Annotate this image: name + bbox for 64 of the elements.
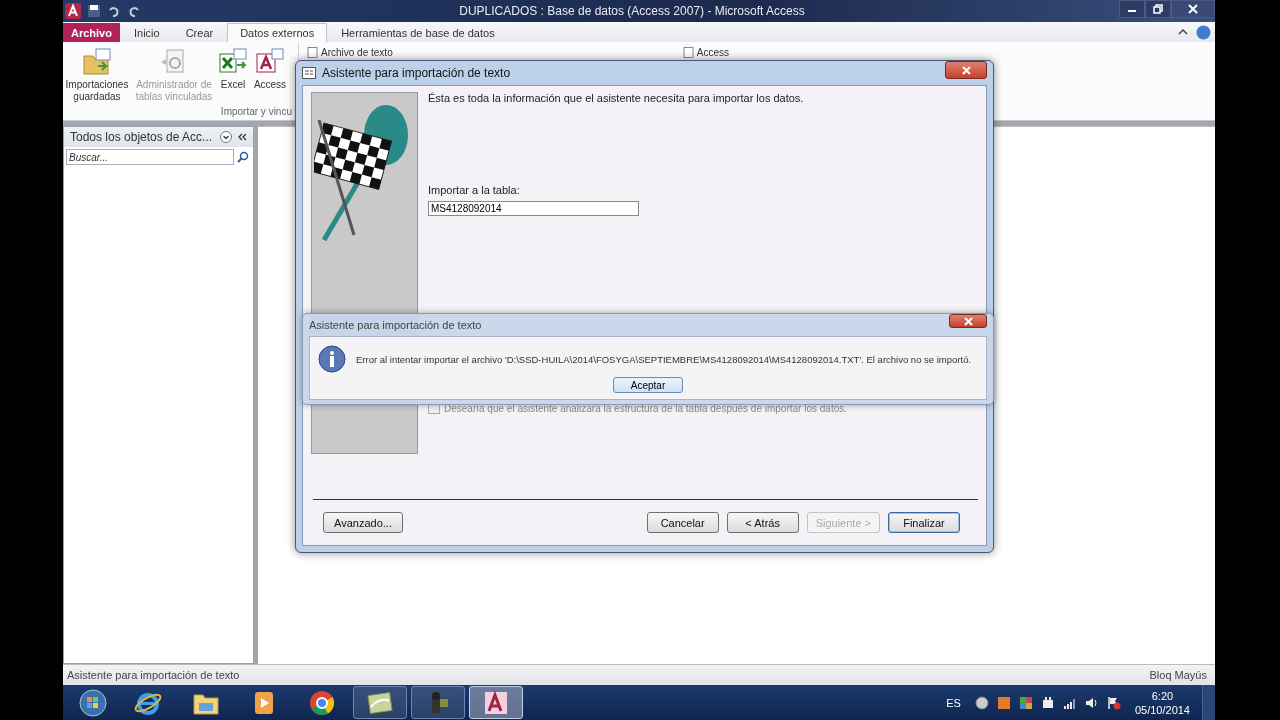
close-button[interactable] (945, 61, 987, 79)
collapse-icon[interactable] (1178, 28, 1188, 36)
tray-grid-icon[interactable] (1018, 695, 1033, 710)
document-icon (682, 47, 694, 58)
ok-button[interactable]: Aceptar (613, 377, 683, 393)
ribbon-button[interactable]: Excel (217, 48, 249, 106)
restore-icon (1153, 4, 1163, 14)
clock-time: 6:20 (1151, 688, 1174, 703)
table-name-label: Importar a la tabla: (428, 184, 520, 196)
redo-icon[interactable] (127, 4, 141, 18)
dialog-button[interactable]: Finalizar (888, 512, 960, 533)
ribbon-tab[interactable]: Inicio (121, 23, 172, 42)
undo-icon[interactable] (107, 4, 121, 18)
browser-icon (307, 688, 337, 717)
group-label: Importar y vincu (219, 106, 293, 119)
spreadsheet-icon (218, 48, 248, 76)
start-button (78, 688, 108, 717)
dropdown-icon[interactable] (220, 131, 232, 143)
database-icon (255, 48, 285, 76)
folder-icon (82, 48, 112, 76)
dialog-button[interactable]: < Atrás (726, 512, 799, 533)
minimize-button[interactable] (1119, 0, 1145, 18)
dialog-button[interactable]: Avanzado... (323, 512, 403, 533)
volume-icon[interactable] (1084, 695, 1099, 710)
ribbon-tab[interactable]: Archivo (63, 23, 120, 42)
clock[interactable]: 6:20 05/10/2014 (1134, 688, 1190, 717)
close-button[interactable] (1171, 0, 1215, 18)
ribbon-tab[interactable]: Crear (173, 23, 226, 42)
search-icon[interactable] (237, 151, 249, 163)
close-button[interactable] (949, 314, 987, 328)
close-icon (963, 316, 973, 326)
collapse-pane-icon[interactable] (237, 132, 247, 142)
info-icon (318, 345, 346, 373)
search-field[interactable]: Buscar... (66, 149, 234, 165)
ribbon-tab[interactable]: Herramientas de base de datos (329, 23, 507, 42)
power-plug-icon[interactable] (1040, 695, 1055, 710)
wizard-intro-text: Ésta es toda la información que el asistente necesita para importar los datos. (428, 92, 804, 104)
flag-icon[interactable] (1106, 695, 1121, 710)
ribbon-small-button[interactable]: Archivo de texto (307, 47, 393, 58)
tray-app-icon[interactable] (996, 695, 1011, 710)
close-icon (1188, 4, 1198, 14)
error-message: Error al intentar importar el archivo 'D:\SSD-HUILA\2014\FOSYGA\SEPTIEMBRE\MS4128092014\MS4128092014.TXT'. El archivo no se importó. (356, 353, 972, 365)
status-text: Asistente para importación de texto (67, 669, 240, 681)
ribbon-button[interactable]: Importaciones guardadas (63, 48, 131, 106)
dialog-button[interactable]: Cancelar (646, 512, 719, 533)
taskbar-button[interactable] (353, 686, 407, 719)
window-title: DUPLICADOS : Base de datos (Access 2007) - Microsoft Access (458, 4, 806, 18)
caps-lock-indicator: Bloq Mayús (1149, 669, 1207, 681)
table-name-field[interactable]: MS4128092014 (428, 201, 639, 216)
ribbon-tab[interactable]: Datos externos (227, 23, 328, 42)
dialog-title: Asistente para importación de texto (309, 319, 482, 331)
tray-circle-icon[interactable] (974, 695, 989, 710)
wizard-icon (302, 67, 316, 79)
save-icon[interactable] (87, 4, 101, 18)
app-icon (65, 3, 81, 19)
ribbon-button[interactable]: Access (251, 48, 289, 106)
document-icon (307, 47, 318, 58)
ribbon-small-button[interactable]: Access (682, 47, 729, 58)
help-icon[interactable] (1196, 24, 1211, 40)
language-indicator[interactable]: ES (946, 696, 961, 709)
close-icon (961, 65, 971, 75)
clock-date: 05/10/2014 (1134, 702, 1190, 717)
dialog-title: Asistente para importación de texto (322, 66, 511, 80)
restore-button[interactable] (1145, 0, 1171, 18)
